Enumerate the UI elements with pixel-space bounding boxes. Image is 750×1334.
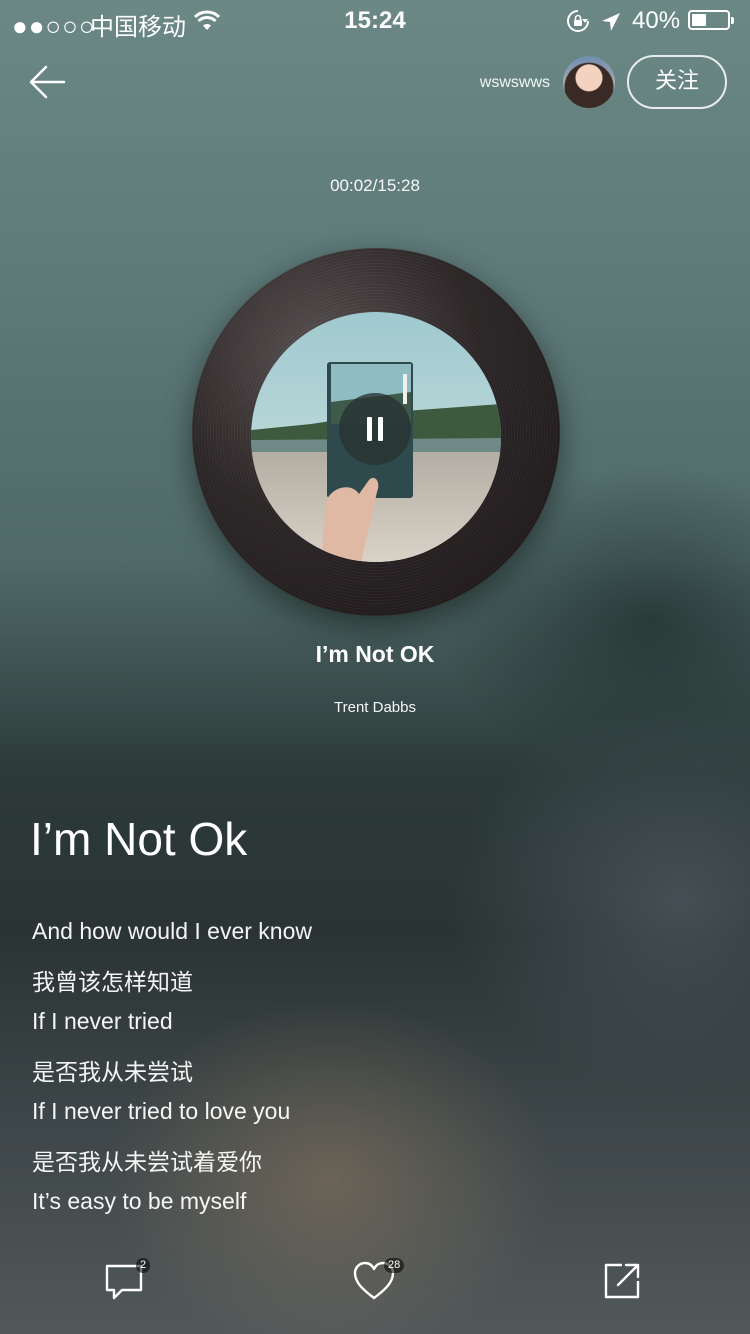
battery-fill (692, 14, 706, 26)
rotation-lock-icon (566, 9, 590, 40)
playback-time: 00:02/15:28 (330, 176, 420, 195)
like-button[interactable]: 28 (352, 1258, 405, 1306)
lyric-line: And how would I ever know (32, 918, 312, 944)
lyric-line: If I never tried to love you (32, 1098, 291, 1124)
pause-button[interactable] (339, 393, 411, 465)
lyric-line: 是否我从未尝试 (32, 1060, 193, 1086)
song-title: I’m Not OK (315, 641, 435, 667)
back-arrow-icon (29, 65, 66, 99)
avatar[interactable] (563, 56, 615, 108)
share-icon (604, 1263, 640, 1299)
lyrics-title: I’m Not Ok (30, 813, 248, 865)
share-button[interactable] (602, 1260, 648, 1306)
status-bar: ●●○○○ 中国移动 15:24 40% (0, 0, 750, 41)
lyric-line: If I never tried (32, 1008, 173, 1034)
pause-icon-bar (378, 417, 383, 441)
comment-button[interactable]: 2 (104, 1258, 151, 1306)
battery-tip (731, 17, 734, 24)
lyric-line: 是否我从未尝试着爱你 (32, 1150, 262, 1176)
follow-button[interactable]: 关注 (627, 55, 727, 109)
artist-name: Trent Dabbs (334, 699, 416, 716)
battery-icon (688, 10, 734, 30)
lyric-line: It’s easy to be myself (32, 1188, 247, 1214)
lyric-line: 我曾该怎样知道 (32, 970, 193, 996)
username[interactable]: wswswws (480, 74, 550, 92)
location-arrow-icon (600, 9, 622, 40)
comment-count-badge: 2 (136, 1258, 151, 1273)
pause-icon (367, 417, 372, 441)
back-button[interactable] (26, 60, 70, 104)
like-count-badge: 28 (384, 1258, 405, 1273)
battery-percent: 40% (632, 7, 681, 34)
